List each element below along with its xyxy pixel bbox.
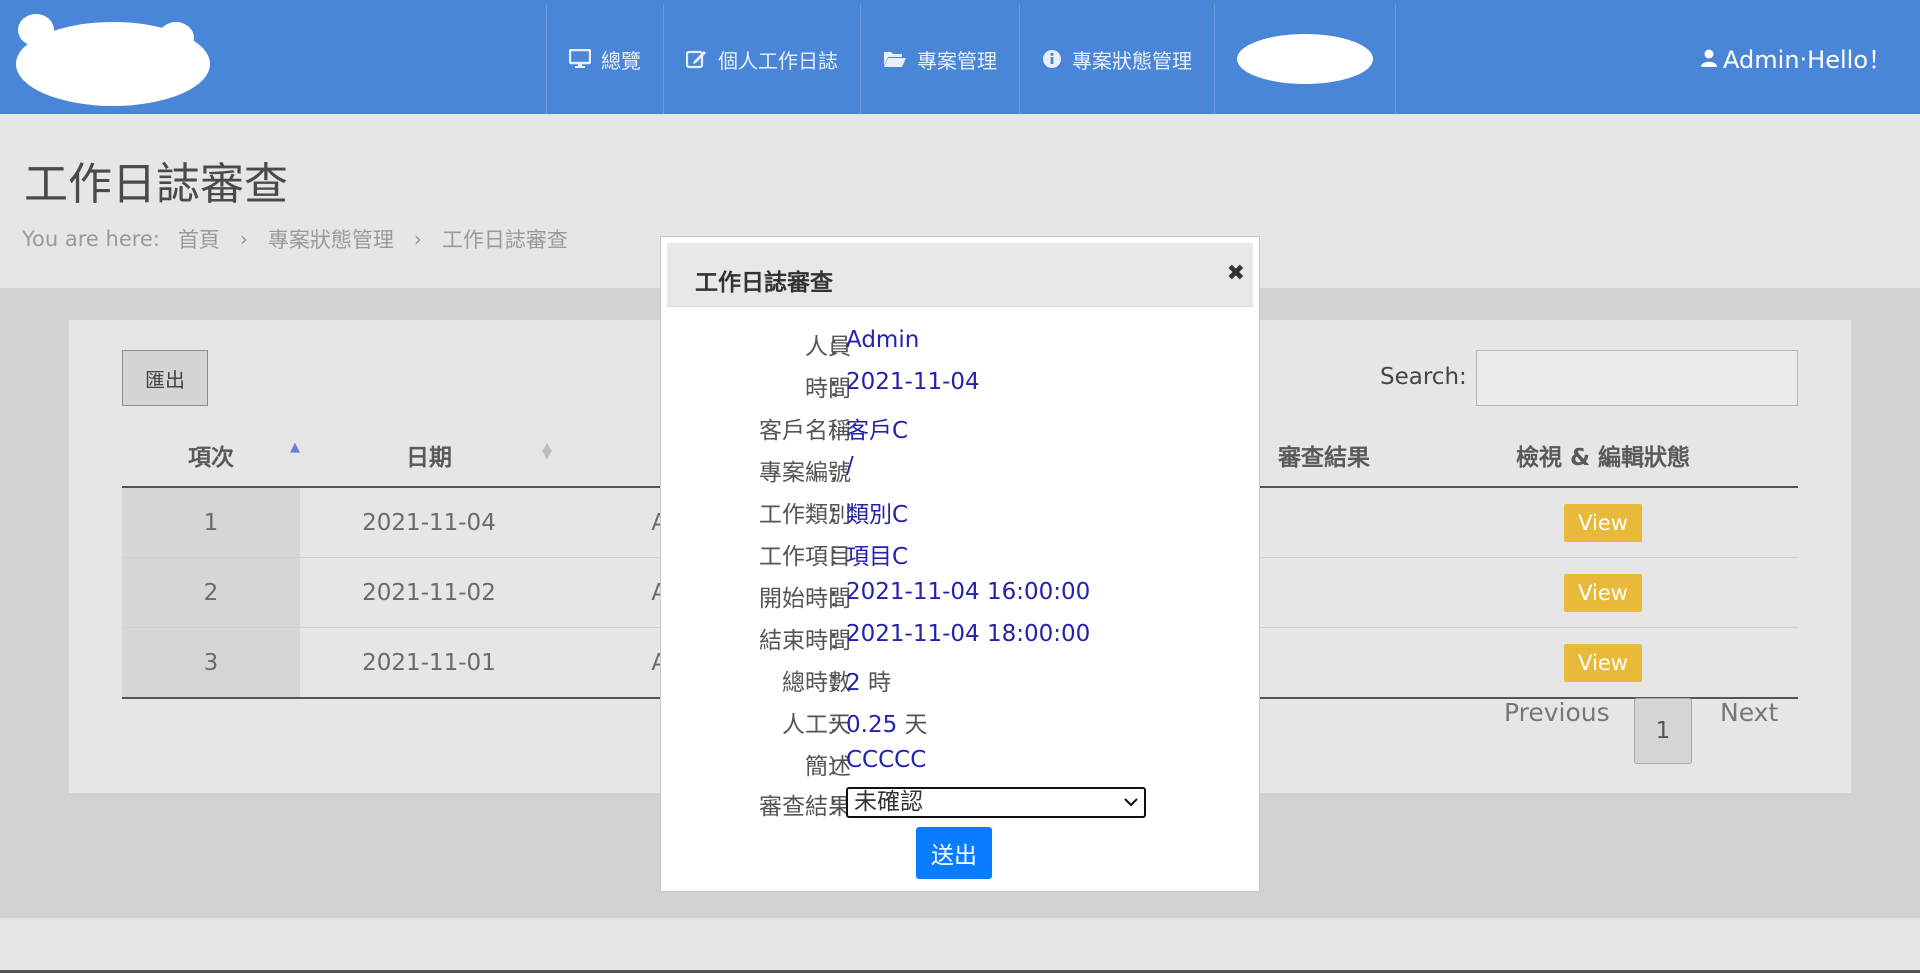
pagination-pages: 1 <box>1634 698 1692 764</box>
breadcrumb-separator-icon: › <box>239 227 248 251</box>
cell-date: 2021-11-01 <box>300 627 558 699</box>
cell-date: 2021-11-02 <box>300 557 558 628</box>
field-value: 0.25 <box>846 712 898 738</box>
breadcrumb-home[interactable]: 首頁 <box>178 224 220 254</box>
field-value-group: 0.25 天 <box>846 705 928 739</box>
nav-project-management[interactable]: 專案管理 <box>860 4 1019 114</box>
breadcrumb-project-status[interactable]: 專案狀態管理 <box>268 224 394 254</box>
field-man-days: 人工天 ： 0.25 天 <box>661 705 1261 739</box>
cell-no: 2 <box>122 557 300 628</box>
cell-no: 3 <box>122 627 300 699</box>
breadcrumb: You are here: 首頁 › 專案狀態管理 › 工作日誌審查 <box>22 224 568 254</box>
page-title: 工作日誌審查 <box>24 159 288 210</box>
field-value: 客戶C <box>846 418 909 444</box>
nav-personal-worklog[interactable]: 個人工作日誌 <box>663 4 860 114</box>
nav-overview[interactable]: 總覽 <box>546 4 663 114</box>
field-start-time: 開始時間 ： 2021-11-04 16:00:00 <box>661 579 1261 613</box>
user-icon <box>1701 49 1718 67</box>
top-navbar: 總覽 個人工作日誌 專案管理 專案狀態管理 Admin‧Hello！ <box>0 0 1920 114</box>
cell-action: View <box>1408 627 1798 699</box>
breadcrumb-separator-icon: › <box>413 227 422 251</box>
nav-project-management-label: 專案管理 <box>917 48 997 73</box>
nav-project-status-label: 專案狀態管理 <box>1072 48 1192 73</box>
field-value: CCCCC <box>846 747 927 773</box>
field-person: 人員 ： Admin <box>661 327 1261 361</box>
field-value: 2021-11-04 16:00:00 <box>846 579 1091 605</box>
worklog-review-modal: 工作日誌審查 ✖ 人員 ： Admin 時間 ： 2021-11-04 客戶名稱… <box>660 236 1260 892</box>
field-value: / <box>846 453 854 479</box>
cell-action: View <box>1408 557 1798 628</box>
column-header-no[interactable]: 項次 ▲ <box>122 424 300 488</box>
pagination-page-1[interactable]: 1 <box>1634 698 1692 764</box>
user-greeting-label: Admin‧Hello！ <box>1723 46 1892 74</box>
submit-button[interactable]: 送出 <box>916 827 992 879</box>
redacted-mark <box>1237 34 1373 84</box>
field-value: 項目C <box>846 544 909 570</box>
search-input[interactable] <box>1476 350 1798 406</box>
folder-open-icon <box>884 52 906 67</box>
search-label: Search: <box>1380 364 1467 390</box>
cell-date: 2021-11-04 <box>300 487 558 558</box>
nav-overview-label: 總覽 <box>601 48 641 73</box>
field-value-group: 2 時 <box>846 663 891 697</box>
field-summary: 簡述 ： CCCCC <box>661 747 1261 781</box>
field-project-number: 專案編號 ： / <box>661 453 1261 487</box>
field-value: Admin <box>846 327 920 353</box>
nav-project-status[interactable]: 專案狀態管理 <box>1019 4 1214 114</box>
review-result-select[interactable]: 未確認 <box>846 787 1146 818</box>
nav-personal-worklog-label: 個人工作日誌 <box>718 48 838 73</box>
column-header-view-edit: 檢視 & 編輯狀態 <box>1408 424 1798 488</box>
pagination: Previous <box>1504 698 1610 727</box>
pagination-previous[interactable]: Previous <box>1504 698 1610 727</box>
view-button[interactable]: View <box>1564 503 1642 542</box>
chevron-down-icon <box>1124 798 1138 807</box>
modal-title: 工作日誌審查 <box>695 270 833 296</box>
field-total-hours: 總時數 ： 2 時 <box>661 663 1261 697</box>
cell-no: 1 <box>122 487 300 558</box>
view-button[interactable]: View <box>1564 573 1642 612</box>
field-work-category: 工作類別 ： 類別C <box>661 495 1261 529</box>
main-nav: 總覽 個人工作日誌 專案管理 專案狀態管理 <box>546 4 1396 114</box>
field-value: 2021-11-04 18:00:00 <box>846 621 1091 647</box>
modal-header: 工作日誌審查 ✖ <box>667 243 1253 307</box>
field-review-result: 審查結果 ： 未確認 <box>661 787 1261 821</box>
breadcrumb-prefix: You are here: <box>22 227 160 251</box>
field-unit: 時 <box>867 670 891 696</box>
cell-action: View <box>1408 487 1798 558</box>
user-greeting[interactable]: Admin‧Hello！ <box>1701 40 1892 75</box>
pagination-next[interactable]: Next <box>1720 698 1778 727</box>
close-icon[interactable]: ✖ <box>1227 261 1245 286</box>
edit-icon <box>686 50 706 69</box>
field-value: 2 <box>846 670 861 696</box>
nav-item-redacted[interactable] <box>1214 4 1396 114</box>
field-value: 2021-11-04 <box>846 369 980 395</box>
pagination-next-wrap: Next <box>1720 698 1778 727</box>
view-button[interactable]: View <box>1564 643 1642 682</box>
monitor-icon <box>569 49 591 68</box>
sort-both-icon: ▲ ▼ <box>542 440 552 462</box>
field-work-item: 工作項目 ： 項目C <box>661 537 1261 571</box>
info-circle-icon <box>1043 50 1061 68</box>
field-time: 時間 ： 2021-11-04 <box>661 369 1261 403</box>
export-button[interactable]: 匯出 <box>122 350 208 406</box>
field-unit: 天 <box>904 712 928 738</box>
field-value: 類別C <box>846 502 909 528</box>
breadcrumb-current: 工作日誌審查 <box>441 228 568 252</box>
field-client-name: 客戶名稱 ： 客戶C <box>661 411 1261 445</box>
review-result-selected: 未確認 <box>854 789 923 815</box>
column-header-date[interactable]: 日期 ▲ ▼ <box>300 424 558 488</box>
sort-ascending-icon: ▲ <box>290 440 300 455</box>
field-end-time: 結束時間 ： 2021-11-04 18:00:00 <box>661 621 1261 655</box>
